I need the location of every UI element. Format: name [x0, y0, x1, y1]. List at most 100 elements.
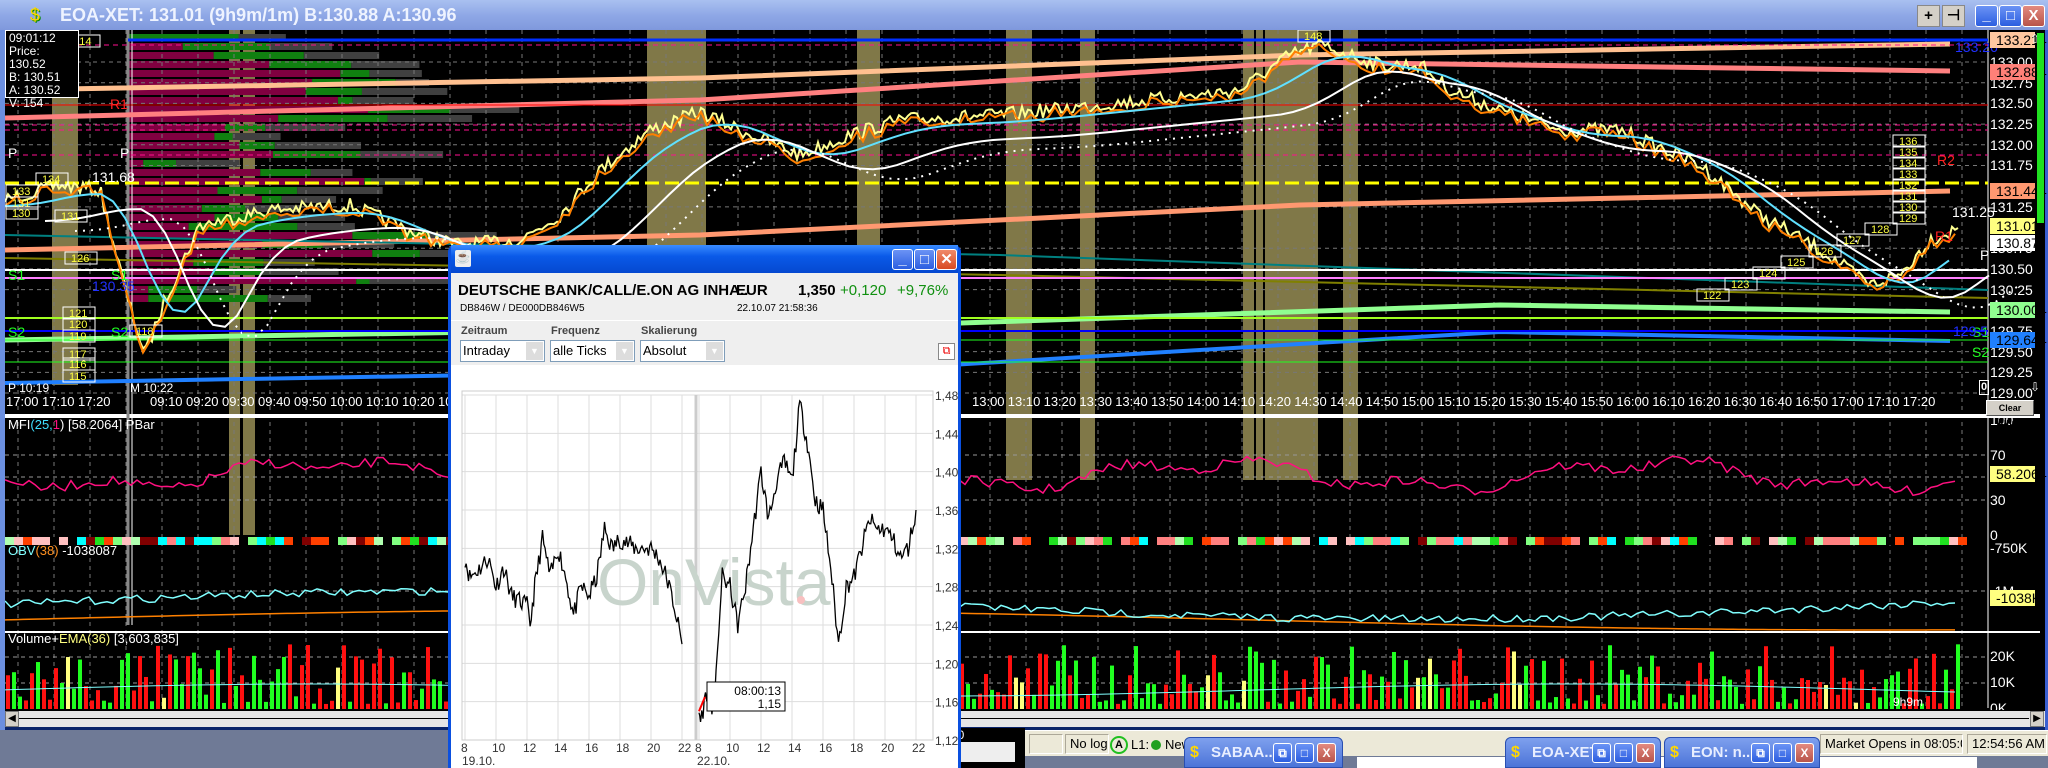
volume-bar [270, 681, 274, 709]
price-chart-area[interactable]: R1 R2 R1 P P P S1 S1 S1 S2 S2 S2 131.68 131.25 133.26 1… [4, 29, 2045, 710]
chevron-down-icon[interactable]: ▼ [526, 342, 543, 360]
volume-bar [1746, 669, 1750, 709]
close-button[interactable]: X [1795, 743, 1814, 763]
main-chart-svg[interactable]: R1R2R1P PPS1 S1S1S2 S2S2131.68131.25133.261… [4, 29, 2045, 710]
restore-button[interactable]: ⧉ [1592, 743, 1611, 763]
pbar-cell [1823, 537, 1832, 545]
scroll-right-arrow-icon[interactable]: ▶ [2030, 711, 2044, 727]
volume-bar [114, 685, 118, 709]
maximize-button[interactable]: □ [1999, 5, 2022, 27]
select-value: alle Ticks [553, 343, 607, 358]
skalierung-select[interactable]: Absolut ▼ [640, 340, 725, 362]
close-button[interactable]: X [1317, 743, 1336, 763]
time-axis-label: 13:30 [1079, 394, 1112, 409]
pbar-cell [1292, 537, 1301, 545]
pin-button[interactable]: ⊣ [1942, 5, 1965, 27]
scroll-track[interactable] [19, 718, 2029, 719]
volume-bar [1482, 702, 1486, 709]
r1-label: R1 [1935, 228, 1953, 244]
pbar-cell [194, 537, 203, 545]
volume-bar [264, 701, 268, 709]
popup-minimize-button[interactable]: _ [892, 249, 913, 270]
price-level-box-label: 126 [1815, 246, 1833, 258]
pbar-cell [1247, 537, 1256, 545]
volume-bar [222, 702, 226, 709]
time-axis-label: 10:00 [330, 394, 363, 409]
taskbar-window-eoa-xet[interactable]: $ EOA-XET ⧉ □ X [1505, 737, 1661, 768]
volume-bar [1464, 675, 1468, 709]
volume-profile-bar [351, 61, 420, 68]
volume-bar [1602, 703, 1606, 709]
taskbar-window-sabaa[interactable]: $ SABAA... ⧉ □ X [1184, 737, 1343, 768]
price-level-box-label: 115 [69, 371, 87, 383]
pbar-cell [1508, 537, 1517, 545]
maximize-button[interactable]: □ [1295, 743, 1314, 763]
pbar-cell [1472, 537, 1481, 545]
scroll-left-arrow-icon[interactable]: ◀ [5, 711, 19, 727]
pbar-cell [1256, 537, 1265, 545]
pbar-cell [1409, 537, 1418, 545]
midpoint-time-label: M 10:22 [130, 381, 174, 395]
volume-bar [1854, 702, 1858, 709]
popup-maximize-button[interactable]: □ [914, 249, 935, 270]
maximize-button[interactable]: □ [1614, 743, 1633, 763]
volume-bar [1122, 700, 1126, 709]
pbar-cell [1913, 537, 1922, 545]
pbar-cell [1922, 537, 1931, 545]
window-title-bar[interactable]: EOA-XET: 131.01 (9h9m/1m) B:130.88 A:130… [0, 0, 2048, 30]
minimize-button[interactable]: _ [1975, 5, 1998, 27]
volume-bar [1332, 698, 1336, 709]
zeitraum-select[interactable]: Intraday ▼ [460, 340, 545, 362]
price-level-box-label: 134 [42, 174, 60, 186]
volume-bar [1176, 650, 1180, 709]
volume-bar [1200, 687, 1204, 709]
price-level-box-label: 127 [1843, 235, 1861, 247]
pbar-cell [1121, 537, 1130, 545]
detach-window-icon[interactable]: ⧉ [938, 343, 955, 360]
price-axis-label: 130.50 [1990, 260, 2033, 277]
volume-bar [1572, 703, 1576, 709]
info-volume: V: 154 [9, 96, 44, 110]
alert-icon[interactable]: A [1110, 736, 1128, 754]
pbar-cell [1589, 537, 1598, 545]
volume-bar [1776, 701, 1780, 709]
info-price: Price: 130.52 [9, 44, 46, 71]
volume-bar [1548, 702, 1552, 709]
volume-bar [162, 697, 166, 709]
crosshair-button[interactable]: + [1917, 5, 1940, 27]
time-axis-label: 09:10 [150, 394, 183, 409]
price-axis-label: 132.25 [1990, 116, 2033, 133]
dollar-sign-icon[interactable]: $ [30, 5, 52, 25]
price-axis-label: 132.00 [1990, 136, 2033, 153]
volume-profile-bar [274, 142, 362, 149]
volume-bar [1110, 665, 1114, 709]
restore-button[interactable]: ⧉ [1273, 743, 1292, 763]
pbar-cell [257, 537, 266, 545]
horizontal-scrollbar[interactable]: ◀ ▶ [5, 710, 2045, 727]
pbar-cell [1616, 537, 1625, 545]
popup-close-button[interactable]: ✕ [936, 249, 957, 270]
restore-button[interactable]: ⧉ [1751, 743, 1770, 763]
chevron-down-icon[interactable]: ▼ [706, 342, 723, 360]
volume-bar [1458, 648, 1462, 709]
volume-bar [1254, 651, 1258, 709]
volume-bar [1272, 659, 1276, 709]
volume-bar [1650, 655, 1654, 709]
taskbar-window-eon[interactable]: $ EON: n... ⧉ □ X [1664, 737, 1820, 768]
volume-bar [1098, 701, 1102, 709]
volume-bar [396, 702, 400, 709]
close-button[interactable]: X [1636, 743, 1655, 763]
pbar-cell [1013, 537, 1022, 545]
close-button[interactable]: X [2022, 5, 2045, 27]
volume-bar [1392, 651, 1396, 709]
maximize-button[interactable]: □ [1773, 743, 1792, 763]
pbar-cell [167, 537, 176, 545]
clear-lines-button[interactable]: Clear Lines [1986, 400, 2034, 427]
chevron-down-icon[interactable]: ▼ [616, 342, 633, 360]
popup-title-bar[interactable]: ☕ _ □ ✕ [451, 245, 958, 273]
mfi-tag: 58.2064 [1990, 466, 2047, 482]
volume-bar [1008, 655, 1012, 709]
frequenz-select[interactable]: alle Ticks ▼ [550, 340, 635, 362]
pbar-cell [1301, 537, 1310, 545]
volume-bar [1740, 703, 1744, 709]
